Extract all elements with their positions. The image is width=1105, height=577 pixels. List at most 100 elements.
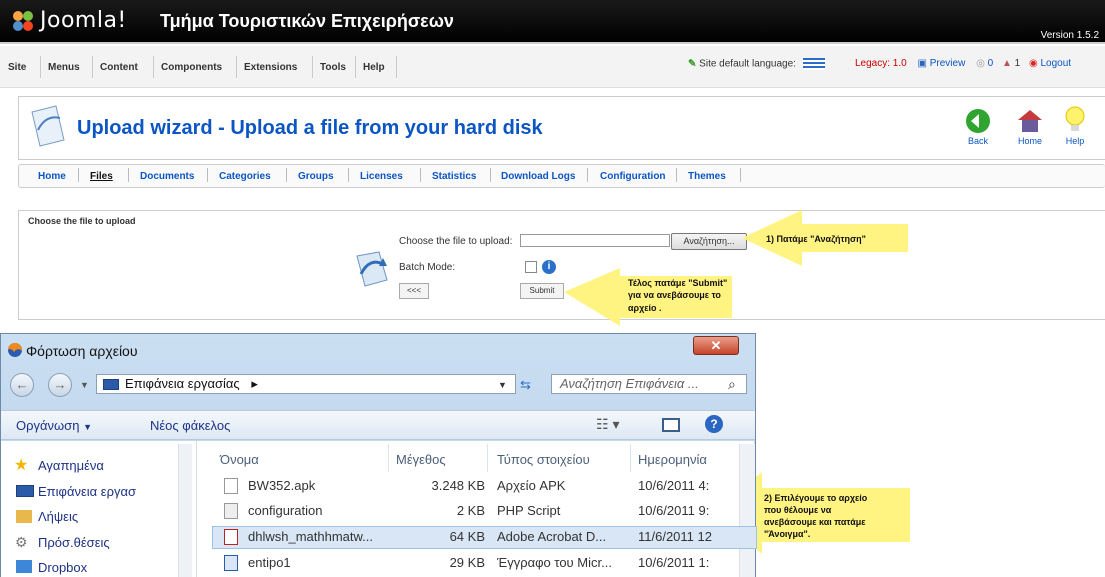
version-label: Version 1.5.2 [1040,30,1099,41]
nav-separator [128,168,129,182]
logout-link[interactable]: Logout [1041,58,1072,69]
file-type: Αρχείο APK [497,478,566,493]
logout-icon: ◉ [1028,58,1038,69]
nav-pane-scrollbar[interactable] [178,444,192,577]
menu-content[interactable]: Content [100,62,138,73]
search-icon[interactable]: ⌕ [728,376,736,393]
brand-name: Joomla! [40,8,127,33]
joomla-logo-icon [13,11,33,31]
flag-icon [802,58,825,70]
help-icon[interactable]: ? [705,415,723,433]
help-label: Help [1065,136,1085,146]
dialog-title: Φόρτωση αρχείου [26,343,138,359]
nav-separator [490,168,491,182]
menu-menus[interactable]: Menus [48,62,80,73]
nav-home[interactable]: Home [38,171,66,182]
nav-separator [587,168,588,182]
file-name[interactable]: entipo1 [248,555,291,570]
file-size: 29 KB [449,555,485,570]
menu-separator [355,56,356,78]
callout-select-line4: "Άνοιγμα". [764,529,811,539]
column-size[interactable]: Μέγεθος [396,452,446,467]
back-arrow-icon [966,109,990,133]
home-button[interactable]: Home [1010,108,1050,146]
column-name[interactable]: Όνομα [220,452,259,467]
nav-separator [420,168,421,182]
lightbulb-icon [1065,106,1085,131]
menu-separator [40,56,41,78]
upload-wizard-icon [31,105,65,147]
file-path-input[interactable] [520,234,670,247]
nav-separator [78,168,79,182]
file-name[interactable]: dhlwsh_mathhmatw... [248,529,373,544]
help-button[interactable]: Help [1058,106,1092,146]
info-icon[interactable]: i [542,260,556,274]
address-location: Επιφάνεια εργασίας [125,376,240,391]
forward-nav-button[interactable]: → [48,373,72,397]
nav-separator [348,168,349,182]
refresh-icon[interactable]: ⇆ [520,377,531,393]
submit-button[interactable]: Submit [520,283,564,299]
nav-downloads[interactable]: Λήψεις [38,509,78,524]
nav-files[interactable]: Files [90,171,113,182]
close-button[interactable]: ✕ [693,336,739,355]
column-divider [388,444,389,472]
file-name[interactable]: configuration [248,503,322,518]
batch-mode-checkbox[interactable] [525,261,537,273]
nav-dropbox[interactable]: Dropbox [38,560,87,575]
chevron-down-icon: ▼ [83,422,92,432]
nav-themes[interactable]: Themes [688,171,726,182]
menu-separator [236,56,237,78]
upload-file-icon [356,251,388,287]
nav-groups[interactable]: Groups [298,171,334,182]
back-nav-button[interactable]: ← [10,373,34,397]
site-language: ✎ Site default language: [688,58,825,70]
menu-separator [312,56,313,78]
nav-documents[interactable]: Documents [140,171,194,182]
nav-configuration[interactable]: Configuration [600,171,666,182]
menu-site[interactable]: Site [8,62,26,73]
nav-favorites[interactable]: Αγαπημένα [38,458,104,473]
preview-link[interactable]: Preview [930,58,966,69]
nav-separator [676,168,677,182]
admin-status: Legacy: 1.0 ▣ Preview ◎ 0 ▲ 1 ◉ Logout [855,58,1071,69]
address-dropdown-icon[interactable]: ▼ [498,380,507,390]
file-size: 3.248 KB [431,478,486,493]
messages-count[interactable]: 0 [988,58,994,69]
file-list-scrollbar[interactable] [739,444,755,577]
file-date: 10/6/2011 4: [638,478,710,493]
nav-download-logs[interactable]: Download Logs [501,171,575,182]
menu-extensions[interactable]: Extensions [244,62,297,73]
pdf-file-icon [224,529,238,545]
view-options-icon[interactable]: ☷ ▾ [596,416,619,433]
chevron-right-icon[interactable]: ▸ [251,376,258,391]
nav-licenses[interactable]: Licenses [360,171,403,182]
menu-components[interactable]: Components [161,62,222,73]
preview-pane-icon[interactable] [662,418,680,432]
file-name[interactable]: BW352.apk [248,478,315,493]
history-dropdown-icon[interactable]: ▼ [80,380,89,390]
downloads-folder-icon [16,510,32,523]
browse-button[interactable]: Αναζήτηση... [671,233,747,250]
nav-recent-places[interactable]: Πρόσ.θέσεις [38,535,110,550]
organize-menu[interactable]: Οργάνωση ▼ [16,418,92,433]
new-folder-button[interactable]: Νέος φάκελος [150,418,230,433]
search-input[interactable]: Αναζήτηση Επιφάνεια ... [551,374,747,394]
address-bar[interactable]: Επιφάνεια εργασίας ▸ [96,374,516,394]
column-type[interactable]: Τύπος στοιχείου [497,452,590,467]
nav-categories[interactable]: Categories [219,171,271,182]
menu-tools[interactable]: Tools [320,62,346,73]
menu-help[interactable]: Help [363,62,385,73]
preview-icon: ▣ [917,58,927,69]
menu-separator [396,56,397,78]
command-bar [1,410,755,440]
star-icon: ★ [14,457,29,474]
callout-select-line3: ανεβάσουμε και πατάμε [764,517,866,527]
column-date[interactable]: Ημερομηνία [638,452,707,467]
nav-desktop[interactable]: Επιφάνεια εργασ [38,484,178,499]
back-button[interactable]: Back [960,108,996,146]
back-step-button[interactable]: <<< [399,283,429,299]
recent-places-icon: ⚙ [15,534,28,550]
nav-statistics[interactable]: Statistics [432,171,476,182]
file-type: PHP Script [497,503,561,518]
